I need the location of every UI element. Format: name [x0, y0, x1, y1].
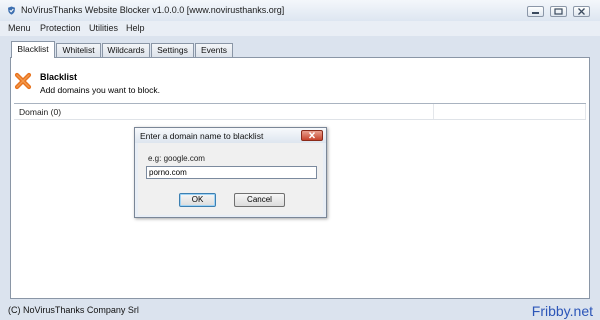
column-divider[interactable] — [433, 104, 434, 119]
close-icon — [308, 132, 316, 139]
dialog-title-bar[interactable]: Enter a domain name to blacklist — [135, 128, 326, 143]
tab-wildcards[interactable]: Wildcards — [102, 43, 150, 57]
dialog-title: Enter a domain name to blacklist — [140, 131, 264, 141]
cancel-button[interactable]: Cancel — [234, 193, 285, 207]
shield-check-icon — [8, 6, 15, 15]
dialog-body: e.g: google.com OK Cancel — [138, 143, 323, 215]
list-header: Domain (0) — [14, 104, 586, 120]
tab-settings[interactable]: Settings — [151, 43, 194, 57]
status-bar: (C) NoVirusThanks Company Srl — [0, 300, 600, 320]
close-button[interactable] — [573, 6, 590, 17]
window-title: NoVirusThanks Website Blocker v1.0.0.0 [… — [21, 5, 285, 15]
domain-input[interactable] — [146, 166, 317, 179]
section-subtitle: Add domains you want to block. — [40, 85, 161, 95]
title-bar[interactable]: NoVirusThanks Website Blocker v1.0.0.0 [… — [0, 0, 600, 22]
watermark: Fribby.net — [531, 303, 593, 319]
status-text: (C) NoVirusThanks Company Srl — [8, 305, 139, 315]
menu-item-protection[interactable]: Protection — [40, 23, 81, 33]
minimize-button[interactable] — [527, 6, 544, 17]
blacklist-domain-dialog: Enter a domain name to blacklist e.g: go… — [134, 127, 327, 218]
app-window: NoVirusThanks Website Blocker v1.0.0.0 [… — [0, 0, 600, 320]
ok-button[interactable]: OK — [179, 193, 216, 207]
close-icon — [578, 8, 585, 15]
tab-strip: Blacklist Whitelist Wildcards Settings E… — [0, 36, 600, 58]
column-divider — [585, 104, 586, 119]
section-title: Blacklist — [40, 72, 78, 82]
tab-blacklist[interactable]: Blacklist — [11, 41, 55, 58]
maximize-icon — [554, 8, 563, 15]
dialog-close-button[interactable] — [301, 130, 323, 141]
red-x-icon — [14, 72, 32, 90]
column-header-domain[interactable]: Domain (0) — [19, 107, 61, 117]
tab-events[interactable]: Events — [195, 43, 233, 57]
maximize-button[interactable] — [550, 6, 567, 17]
menu-bar: Menu Protection Utilities Help — [0, 21, 600, 36]
minimize-icon — [532, 12, 539, 14]
menu-item-menu[interactable]: Menu — [8, 23, 31, 33]
menu-item-utilities[interactable]: Utilities — [89, 23, 118, 33]
tab-whitelist[interactable]: Whitelist — [56, 43, 101, 57]
dialog-hint-label: e.g: google.com — [148, 154, 205, 163]
menu-item-help[interactable]: Help — [126, 23, 145, 33]
